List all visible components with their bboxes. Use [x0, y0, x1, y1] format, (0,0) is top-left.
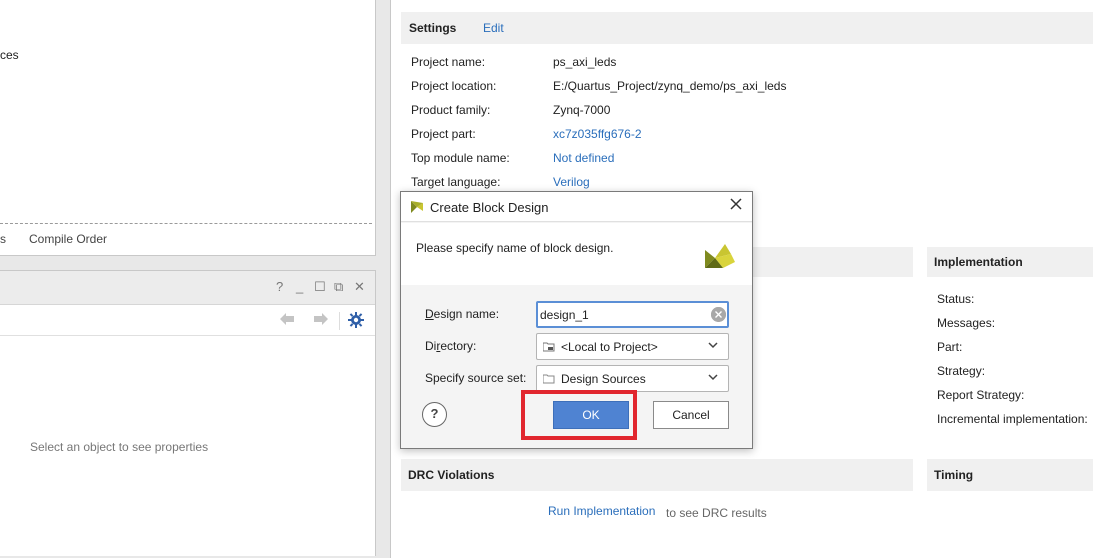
- properties-header: ? _ ☐ ⧉ ✕: [0, 271, 375, 305]
- impl-messages-label: Messages:: [937, 316, 996, 330]
- source-set-select[interactable]: Design Sources: [536, 365, 729, 392]
- timing-header: Timing: [927, 459, 1093, 491]
- source-set-label: Specify source set:: [425, 371, 527, 385]
- project-location-label: Project location:: [411, 79, 497, 93]
- chevron-down-icon: [707, 339, 719, 354]
- clear-input-icon[interactable]: [711, 307, 726, 322]
- impl-part-label: Part:: [937, 340, 963, 354]
- impl-incremental-label: Incremental implementation:: [937, 412, 1088, 426]
- maximize-icon[interactable]: ☐: [314, 280, 326, 294]
- properties-empty-message: Select an object to see properties: [30, 440, 209, 454]
- close-icon[interactable]: ✕: [354, 280, 365, 294]
- run-implementation-link[interactable]: Run Implementation: [548, 504, 655, 518]
- dialog-title: Create Block Design: [430, 200, 549, 215]
- float-icon[interactable]: ⧉: [334, 280, 343, 294]
- chevron-down-icon: [707, 371, 719, 386]
- forward-arrow-icon[interactable]: [313, 312, 329, 330]
- directory-label: Directory:: [425, 339, 476, 353]
- properties-toolbar: [0, 306, 375, 336]
- back-arrow-icon[interactable]: [279, 312, 295, 330]
- settings-edit-link[interactable]: Edit: [483, 21, 504, 35]
- dialog-message: Please specify name of block design.: [416, 241, 614, 255]
- tab-compile-order[interactable]: Compile Order: [29, 232, 107, 246]
- top-module-link[interactable]: Not defined: [553, 151, 614, 165]
- timing-title: Timing: [934, 468, 974, 482]
- dialog-titlebar[interactable]: Create Block Design: [401, 192, 752, 222]
- dialog-close-icon[interactable]: [729, 197, 743, 216]
- project-location-value: E:/Quartus_Project/zynq_demo/ps_axi_leds: [553, 79, 787, 93]
- project-part-label: Project part:: [411, 127, 476, 141]
- directory-label-pre: Di: [425, 339, 437, 353]
- panel-divider: [0, 223, 372, 224]
- sources-tree-item[interactable]: ces: [0, 48, 19, 62]
- dialog-help-button[interactable]: ?: [422, 402, 447, 427]
- project-name-label: Project name:: [411, 55, 486, 69]
- drc-header: DRC Violations: [401, 459, 913, 491]
- source-set-value: Design Sources: [561, 372, 646, 386]
- directory-label-post: ectory:: [440, 339, 477, 353]
- cancel-button[interactable]: Cancel: [653, 401, 729, 429]
- product-family-label: Product family:: [411, 103, 491, 117]
- vivado-logo-icon: [409, 199, 425, 215]
- vivado-logo-large-icon: [703, 238, 737, 272]
- impl-status-label: Status:: [937, 292, 975, 306]
- folder-icon: [542, 373, 555, 387]
- implementation-header: Implementation: [927, 247, 1093, 277]
- gear-icon[interactable]: [348, 312, 364, 332]
- drc-hint-text: to see DRC results: [666, 506, 767, 520]
- folder-local-icon: [542, 341, 555, 355]
- design-name-input[interactable]: [536, 301, 729, 328]
- design-name-label-text: esign name:: [433, 307, 500, 321]
- impl-strategy-label: Strategy:: [937, 364, 986, 378]
- project-part-link[interactable]: xc7z035ffg676-2: [553, 127, 642, 141]
- sources-panel: ces s Compile Order: [0, 0, 376, 256]
- directory-value: <Local to Project>: [561, 340, 658, 354]
- design-name-mnemonic: D: [425, 307, 434, 321]
- drc-title: DRC Violations: [408, 468, 495, 482]
- target-language-label: Target language:: [411, 175, 501, 189]
- directory-select[interactable]: <Local to Project>: [536, 333, 729, 360]
- target-language-link[interactable]: Verilog: [553, 175, 590, 189]
- implementation-title: Implementation: [934, 255, 1023, 269]
- product-family-value: Zynq-7000: [553, 103, 611, 117]
- project-name-value: ps_axi_leds: [553, 55, 617, 69]
- properties-panel: ? _ ☐ ⧉ ✕ Select an object to see proper…: [0, 270, 376, 556]
- impl-report-strategy-label: Report Strategy:: [937, 388, 1025, 402]
- help-icon[interactable]: ?: [276, 280, 283, 294]
- design-name-label: Design name:: [425, 307, 499, 321]
- toolbar-separator: [339, 312, 340, 330]
- tab-libraries[interactable]: s: [0, 232, 6, 246]
- minimize-icon[interactable]: _: [296, 280, 303, 294]
- ok-highlight-annotation: [521, 390, 637, 440]
- settings-header: Settings Edit: [401, 12, 1093, 44]
- settings-title: Settings: [409, 21, 457, 35]
- top-module-label: Top module name:: [411, 151, 510, 165]
